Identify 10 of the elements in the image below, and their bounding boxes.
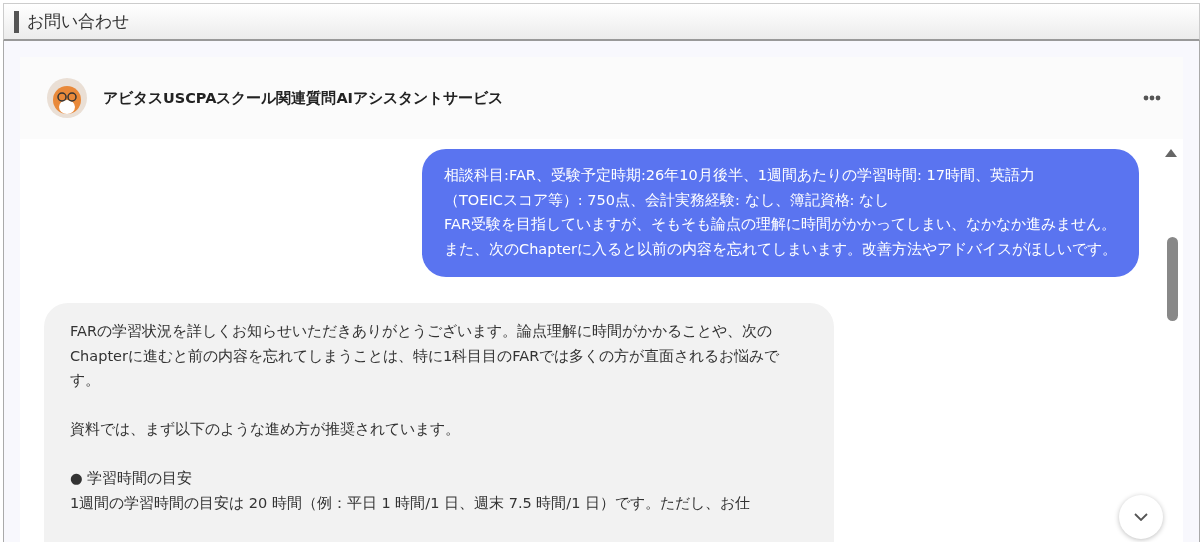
chat-title: アビタスUSCPAスクール関連質問AIアシスタントサービス	[103, 88, 504, 108]
avatar-icon	[47, 78, 87, 118]
page-title: お問い合わせ	[27, 10, 129, 33]
scroll-up-icon[interactable]	[1165, 149, 1177, 157]
header-accent-bar	[14, 10, 19, 33]
scrollbar-thumb[interactable]	[1167, 237, 1178, 321]
chevron-down-icon	[1134, 513, 1148, 521]
more-icon[interactable]	[1143, 95, 1161, 101]
user-message: 相談科目:FAR、受験予定時期:26年10月後半、1週間あたりの学習時間: 17時間、英語力 （TOEICスコア等）: 750点、会計実務経験: なし、簿記資格: なし FAR受験を目指していますが、そもそも論点の理解に時間がかかってしまい、なかなか進みません。 また、次のChapterに入ると以前の内容を忘れてしまいます。改善方法やアドバイスがほしいです。	[422, 149, 1139, 277]
assistant-message: FARの学習状況を詳しくお知らせいただきありがとうございます。論点理解に時間がかかることや、次の Chapterに進むと前の内容を忘れてしまうことは、特に1科目目のFARでは多くの方が直面されるお悩みで す。 資料では、まず以下のような進め方が推奨されています。 ● 学習時間の目安 1週間の学習時間の目安は 20 時間（例：平日 1 時間/1 日、週末 7.5 時間/1 日）です。ただし、お仕	[44, 303, 834, 542]
